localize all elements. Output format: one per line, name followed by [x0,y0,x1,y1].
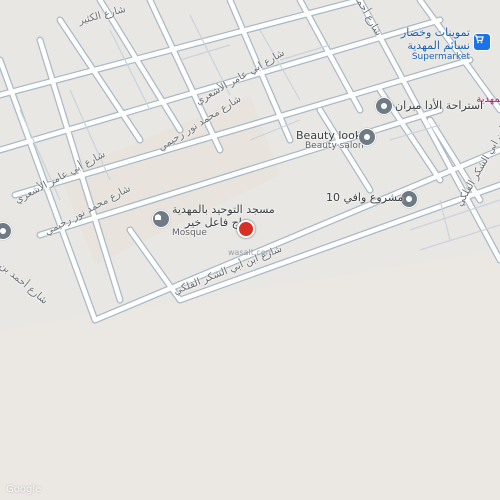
mosque-category: Mosque [172,228,207,238]
supermarket-name-line1[interactable]: تموينات وخضار [401,26,470,39]
supermarket-name-line2[interactable]: نسائم المهدية [407,39,470,52]
map-canvas[interactable]: شارع الكثير شارع ابي عامر الأشعري شارع م… [0,0,500,500]
rest-house-name[interactable]: استراحة الأدا ميران [395,99,483,112]
supermarket-category: Supermarket [411,52,470,62]
site-label: wasalt.com [228,248,274,257]
place-pin-icon[interactable] [375,97,393,115]
mosque-name-line1[interactable]: مسجد التوحيد بالمهدية [172,203,275,216]
mosque-icon[interactable] [152,210,170,228]
cart-icon[interactable] [473,33,491,51]
location-marker-icon[interactable] [237,220,255,238]
place-pin-icon[interactable] [358,128,376,146]
map-watermark: Google [6,484,42,495]
project-name[interactable]: مشروع وافي 10 [326,191,403,204]
beauty-category: Beauty salon [305,141,364,151]
